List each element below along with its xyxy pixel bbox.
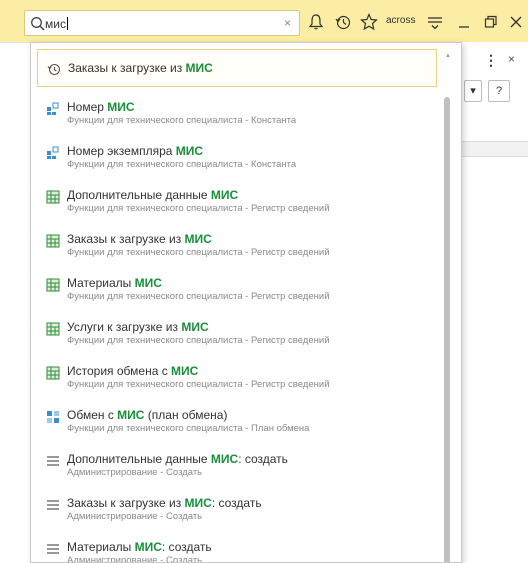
result-title-text: Обмен с: [67, 408, 118, 422]
result-subtitle: Администрирование - Создать: [67, 555, 203, 563]
menu-icon[interactable]: [425, 12, 445, 32]
exchange-plan-icon: [46, 410, 60, 424]
result-item[interactable]: Заказы к загрузке из МИС: [37, 49, 437, 87]
result-title-suffix: : создать: [211, 496, 262, 510]
result-title: Дополнительные данные МИС: создать: [67, 452, 288, 466]
result-item[interactable]: Номер МИС Функции для технического специа…: [37, 95, 437, 135]
result-subtitle: Администрирование - Создать: [67, 511, 203, 522]
result-subtitle: Функции для технического специалиста - К…: [67, 159, 297, 170]
more-menu-button[interactable]: ⋮: [484, 52, 498, 69]
constant-icon: [46, 146, 60, 160]
maximize-icon[interactable]: [480, 12, 500, 32]
result-subtitle: Функции для технического специалиста - Р…: [67, 203, 330, 214]
result-match-highlight: МИС: [185, 61, 213, 75]
register-icon: [46, 322, 60, 336]
result-match-highlight: МИС: [210, 452, 239, 466]
result-title-text: История обмена с: [67, 364, 172, 378]
register-icon: [46, 366, 60, 380]
register-icon: [46, 190, 60, 204]
result-match-highlight: МИС: [184, 232, 212, 246]
result-item[interactable]: Услуги к загрузке из МИС Функции для техн…: [37, 315, 437, 355]
background-window: [452, 42, 528, 563]
result-subtitle: Администрирование - Создать: [67, 467, 203, 478]
scroll-up-arrow[interactable]: ▲: [445, 53, 451, 59]
result-match-highlight: МИС: [117, 408, 145, 422]
bell-icon[interactable]: [306, 12, 326, 32]
result-item[interactable]: Дополнительные данные МИС Функции для тех…: [37, 183, 437, 223]
constant-icon: [46, 102, 60, 116]
result-title-text: Номер экземпляра: [67, 144, 176, 158]
result-subtitle: Функции для технического специалиста - Р…: [67, 247, 330, 258]
result-title: Материалы МИС: [67, 276, 162, 290]
search-input[interactable]: мис ×: [24, 10, 300, 36]
result-subtitle: Функции для технического специалиста - П…: [67, 423, 310, 434]
result-title: Материалы МИС: создать: [67, 540, 212, 554]
result-title-suffix: (план обмена): [144, 408, 228, 422]
user-name[interactable]: across: [386, 15, 415, 27]
result-item[interactable]: Заказы к загрузке из МИС: создать Админис…: [37, 491, 437, 531]
result-match-highlight: МИС: [210, 188, 239, 202]
result-title: Номер экземпляра МИС: [67, 144, 203, 158]
minimize-icon[interactable]: [454, 12, 474, 32]
result-title: Заказы к загрузке из МИС: [68, 61, 213, 75]
result-title-text: Материалы: [67, 540, 135, 554]
result-match-highlight: МИС: [181, 320, 209, 334]
list-icon: [46, 454, 60, 468]
list-icon: [46, 542, 60, 556]
result-title: Дополнительные данные МИС: [67, 188, 238, 202]
result-match-highlight: МИС: [134, 276, 162, 290]
result-item[interactable]: Материалы МИС Функции для технического сп…: [37, 271, 437, 311]
result-match-highlight: МИС: [134, 540, 162, 554]
result-title: История обмена с МИС: [67, 364, 198, 378]
register-icon: [46, 278, 60, 292]
result-title-text: Заказы к загрузке из: [67, 232, 185, 246]
result-item[interactable]: История обмена с МИС Функции для техничес…: [37, 359, 437, 399]
search-value: мис: [45, 17, 68, 31]
result-title: Обмен с МИС (план обмена): [67, 408, 227, 422]
list-icon: [46, 498, 60, 512]
close-icon[interactable]: ×: [284, 16, 291, 30]
table-header-strip: [452, 141, 528, 157]
result-match-highlight: МИС: [184, 496, 212, 510]
result-title-suffix: : создать: [238, 452, 288, 466]
result-title: Заказы к загрузке из МИС: [67, 232, 212, 246]
result-title-text: Номер: [67, 100, 108, 114]
history-icon[interactable]: [333, 12, 353, 32]
result-title-text: Заказы к загрузке из: [68, 61, 186, 75]
register-icon: [46, 234, 60, 248]
result-title-text: Услуги к загрузке из: [67, 320, 182, 334]
result-match-highlight: МИС: [175, 144, 204, 158]
result-item[interactable]: Дополнительные данные МИС: создать Админи…: [37, 447, 437, 487]
help-button[interactable]: ?: [488, 80, 510, 102]
search-results-dropdown: Заказы к загрузке из МИС Номер МИС Функции…: [30, 42, 462, 563]
scrollbar-thumb[interactable]: [444, 97, 450, 562]
star-icon[interactable]: [359, 12, 379, 32]
result-item[interactable]: Обмен с МИС (план обмена) Функции для тех…: [37, 403, 437, 443]
toolbar: мис × across: [0, 0, 528, 42]
result-title-text: Материалы: [67, 276, 135, 290]
result-title: Номер МИС: [67, 100, 135, 114]
result-subtitle: Функции для технического специалиста - Р…: [67, 335, 330, 346]
result-title: Услуги к загрузке из МИС: [67, 320, 209, 334]
close-form-button[interactable]: ×: [508, 52, 515, 66]
result-match-highlight: МИС: [171, 364, 199, 378]
result-item[interactable]: Материалы МИС: создать Администрирование …: [37, 535, 437, 563]
result-subtitle: Функции для технического специалиста - К…: [67, 115, 297, 126]
result-match-highlight: МИС: [107, 100, 135, 114]
result-title-text: Дополнительные данные: [67, 188, 211, 202]
result-subtitle: Функции для технического специалиста - Р…: [67, 291, 330, 302]
result-title-suffix: : создать: [161, 540, 212, 554]
result-title-text: Дополнительные данные: [67, 452, 211, 466]
result-item[interactable]: Заказы к загрузке из МИС Функции для техн…: [37, 227, 437, 267]
result-title: Заказы к загрузке из МИС: создать: [67, 496, 262, 510]
close-icon[interactable]: [506, 12, 526, 32]
dropdown-button[interactable]: ▾: [464, 80, 482, 102]
result-title-text: Заказы к загрузке из: [67, 496, 185, 510]
result-item[interactable]: Номер экземпляра МИС Функции для техничес…: [37, 139, 437, 179]
history-icon: [47, 62, 61, 76]
result-subtitle: Функции для технического специалиста - Р…: [67, 379, 330, 390]
